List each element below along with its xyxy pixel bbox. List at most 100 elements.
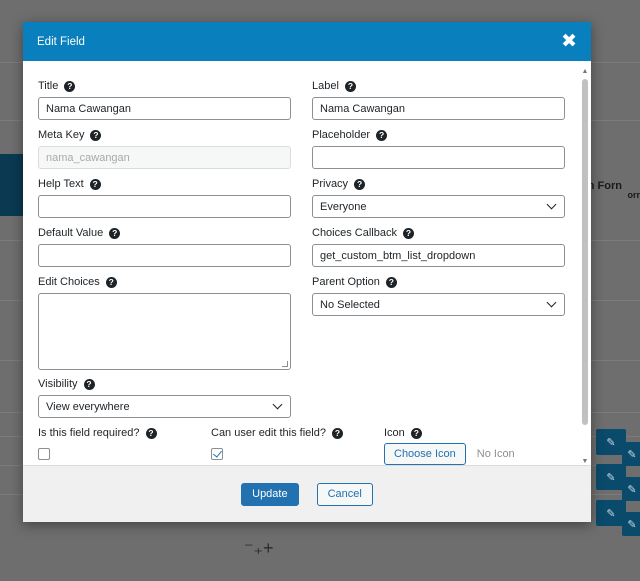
icon-label: Icon xyxy=(384,427,405,439)
bg-block xyxy=(0,154,24,216)
help-icon[interactable]: ? xyxy=(410,427,422,439)
title-input[interactable]: Nama Cawangan xyxy=(38,97,291,120)
label-field: Label? Nama Cawangan xyxy=(312,79,565,120)
default-value-label: Default Value xyxy=(38,227,104,239)
privacy-select[interactable]: Everyone xyxy=(312,195,565,218)
user-edit-label: Can user edit this field? xyxy=(211,427,326,439)
help-icon[interactable]: ? xyxy=(64,80,76,92)
visibility-field: Visibility? View everywhere xyxy=(38,377,291,418)
bg-edit-button: ✎ xyxy=(622,442,640,466)
field-label: Title? xyxy=(38,79,291,93)
field-label: Meta Key? xyxy=(38,128,291,142)
choices-callback-input[interactable]: get_custom_btm_list_dropdown xyxy=(312,244,565,267)
meta-key-input: nama_cawangan xyxy=(38,146,291,169)
icon-row: Choose Icon No Icon xyxy=(384,443,564,465)
help-icon[interactable]: ? xyxy=(109,227,121,239)
update-button[interactable]: Update xyxy=(241,482,299,506)
required-field: Is this field required?? xyxy=(38,426,208,460)
pencil-icon: ✎ xyxy=(606,471,616,484)
privacy-selected: Everyone xyxy=(320,200,367,213)
help-icon[interactable]: ? xyxy=(89,178,101,190)
help-icon[interactable]: ? xyxy=(90,129,102,141)
field-label: Privacy? xyxy=(312,177,565,191)
visibility-selected: View everywhere xyxy=(46,400,130,413)
chevron-down-icon xyxy=(546,199,557,210)
meta-key-label: Meta Key xyxy=(38,129,85,141)
field-label: Default Value? xyxy=(38,226,291,240)
default-value-input[interactable] xyxy=(38,244,291,267)
pencil-icon: ✎ xyxy=(606,507,616,520)
help-icon[interactable]: ? xyxy=(105,276,117,288)
visibility-select[interactable]: View everywhere xyxy=(38,395,291,418)
field-label: Visibility? xyxy=(38,377,291,391)
parent-option-select[interactable]: No Selected xyxy=(312,293,565,316)
choices-callback-field: Choices Callback? get_custom_btm_list_dr… xyxy=(312,226,565,267)
help-icon[interactable]: ? xyxy=(344,80,356,92)
bg-edit-button: ✎ xyxy=(622,512,640,536)
field-label: Parent Option? xyxy=(312,275,565,289)
help-icon[interactable]: ? xyxy=(376,129,388,141)
choices-callback-label: Choices Callback xyxy=(312,227,397,239)
field-label: Icon? xyxy=(384,426,564,440)
user-edit-checkbox[interactable] xyxy=(211,448,223,460)
field-label: Help Text? xyxy=(38,177,291,191)
icon-field: Icon? Choose Icon No Icon xyxy=(384,426,564,465)
parent-option-selected: No Selected xyxy=(320,298,380,311)
modal-title: Edit Field xyxy=(37,35,85,48)
close-icon[interactable]: ✖ xyxy=(561,32,577,51)
bg-partial-text: n Forn xyxy=(587,180,622,192)
modal-header: Edit Field ✖ xyxy=(23,22,591,61)
help-icon[interactable]: ? xyxy=(402,227,414,239)
label-label: Label xyxy=(312,80,339,92)
icon-status: No Icon xyxy=(476,448,515,460)
title-field: Title? Nama Cawangan xyxy=(38,79,291,120)
chevron-down-icon xyxy=(546,297,557,308)
field-label: Choices Callback? xyxy=(312,226,565,240)
modal-body: Title? Nama Cawangan Label? Nama Cawanga… xyxy=(23,61,591,465)
help-icon[interactable]: ? xyxy=(83,378,95,390)
help-text-label: Help Text xyxy=(38,178,84,190)
field-label: Is this field required?? xyxy=(38,426,208,440)
required-label: Is this field required? xyxy=(38,427,140,439)
placeholder-label: Placeholder xyxy=(312,129,371,141)
pencil-icon: ✎ xyxy=(627,483,637,496)
modal-footer: Update Cancel xyxy=(23,465,591,522)
cancel-button[interactable]: Cancel xyxy=(316,482,373,506)
parent-option-field: Parent Option? No Selected xyxy=(312,275,565,316)
title-label: Title xyxy=(38,80,59,92)
help-text-field: Help Text? xyxy=(38,177,291,218)
label-input[interactable]: Nama Cawangan xyxy=(312,97,565,120)
bg-partial-text-2: orr xyxy=(627,190,640,200)
field-label: Edit Choices? xyxy=(38,275,291,289)
help-icon[interactable]: ? xyxy=(145,427,157,439)
required-checkbox[interactable] xyxy=(38,448,50,460)
scrollbar-thumb[interactable] xyxy=(582,79,588,425)
placeholder-input[interactable] xyxy=(312,146,565,169)
scrollbar[interactable]: ▲ ▼ xyxy=(581,68,589,465)
pencil-icon: ✎ xyxy=(627,518,637,531)
visibility-label: Visibility xyxy=(38,378,78,390)
bg-edit-button: ✎ xyxy=(622,477,640,501)
help-icon[interactable]: ? xyxy=(385,276,397,288)
scroll-up-icon[interactable]: ▲ xyxy=(581,68,589,75)
choose-icon-button[interactable]: Choose Icon xyxy=(384,443,466,465)
default-value-field: Default Value? xyxy=(38,226,291,267)
help-icon[interactable]: ? xyxy=(354,178,366,190)
help-icon[interactable]: ? xyxy=(331,427,343,439)
chevron-down-icon xyxy=(272,399,283,410)
parent-option-label: Parent Option xyxy=(312,276,380,288)
help-text-input[interactable] xyxy=(38,195,291,218)
edit-choices-textarea[interactable] xyxy=(38,293,291,370)
field-label: Can user edit this field?? xyxy=(211,426,381,440)
edit-choices-field: Edit Choices? xyxy=(38,275,291,370)
pencil-icon: ✎ xyxy=(606,436,616,449)
resize-handle[interactable] xyxy=(282,361,288,367)
field-label: Label? xyxy=(312,79,565,93)
field-label: Placeholder? xyxy=(312,128,565,142)
privacy-label: Privacy xyxy=(312,178,349,190)
add-icon: ⁻₊+ xyxy=(244,538,274,558)
edit-field-modal: Edit Field ✖ Title? Nama Cawangan Label?… xyxy=(23,22,591,522)
placeholder-field: Placeholder? xyxy=(312,128,565,169)
edit-choices-label: Edit Choices xyxy=(38,276,100,288)
pencil-icon: ✎ xyxy=(627,448,637,461)
